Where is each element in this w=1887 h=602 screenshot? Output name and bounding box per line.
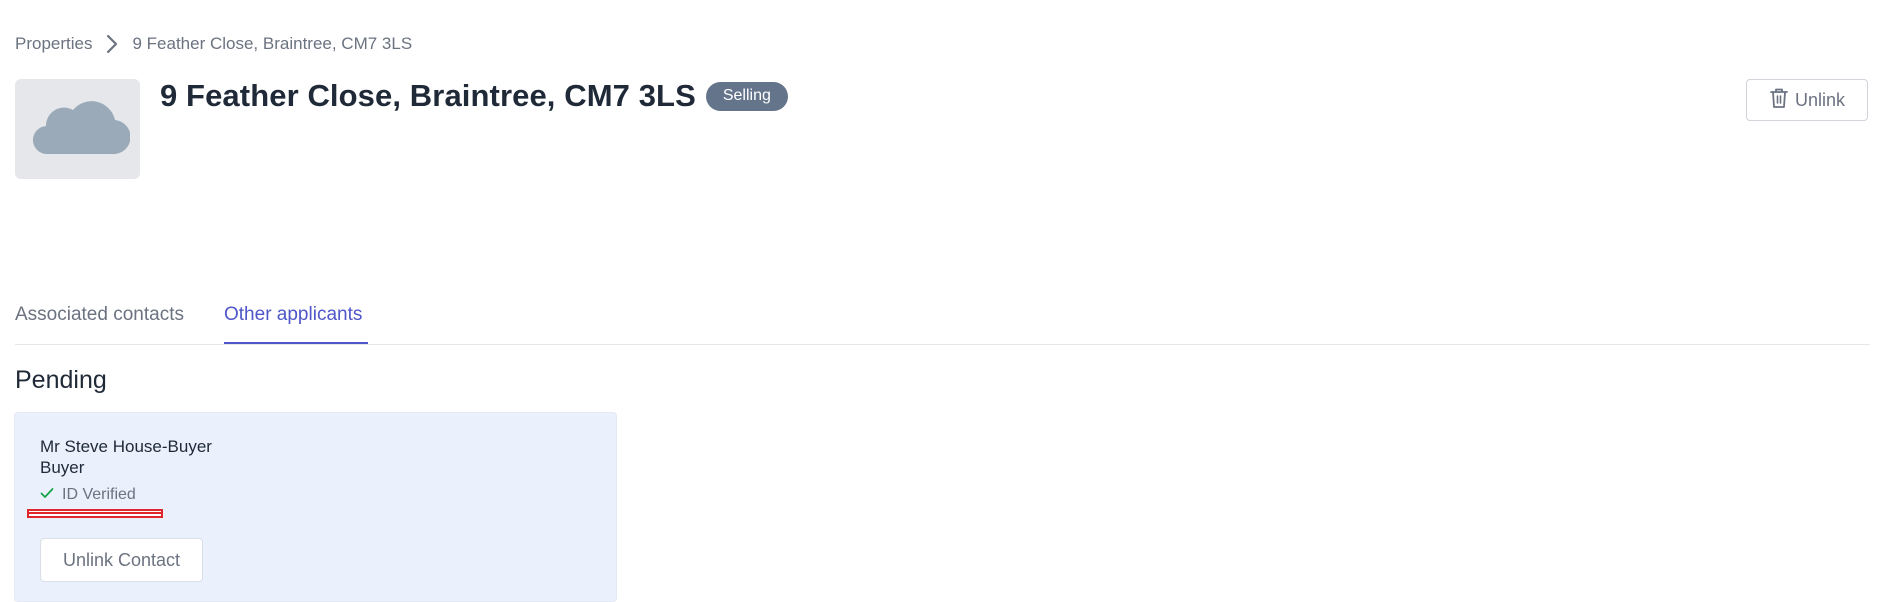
- unlink-contact-button[interactable]: Unlink Contact: [40, 538, 203, 582]
- tab-other-applicants[interactable]: Other applicants: [224, 304, 362, 326]
- active-tab-indicator: [224, 342, 368, 344]
- breadcrumb-current: 9 Feather Close, Braintree, CM7 3LS: [132, 34, 413, 53]
- status-badge: Selling: [705, 81, 788, 111]
- contact-name: Mr Steve House-Buyer: [40, 437, 212, 456]
- annotation-underline: [27, 509, 163, 518]
- check-icon: [40, 486, 62, 504]
- breadcrumb-properties-link[interactable]: Properties: [15, 34, 92, 54]
- verification-status: ID Verified: [40, 486, 136, 504]
- contact-card: Mr Steve House-Buyer Buyer ID Verified U…: [14, 412, 617, 602]
- property-thumbnail: [15, 79, 140, 179]
- breadcrumb: Properties 9 Feather Close, Braintree, C…: [15, 32, 412, 56]
- contact-role: Buyer: [40, 458, 85, 477]
- cloud-icon: [26, 98, 131, 161]
- trash-icon: [1769, 87, 1795, 114]
- section-title-pending: Pending: [15, 366, 107, 394]
- tab-bar: Associated contacts Other applicants: [15, 300, 1870, 345]
- verification-label: ID Verified: [62, 486, 136, 503]
- unlink-button-label: Unlink: [1794, 89, 1846, 110]
- chevron-right-icon: [106, 34, 118, 54]
- page-title: 9 Feather Close, Braintree, CM7 3LS: [160, 78, 696, 113]
- title-row: 9 Feather Close, Braintree, CM7 3LS Sell…: [160, 78, 788, 114]
- tab-associated-contacts[interactable]: Associated contacts: [15, 304, 184, 326]
- unlink-button[interactable]: Unlink: [1746, 79, 1868, 121]
